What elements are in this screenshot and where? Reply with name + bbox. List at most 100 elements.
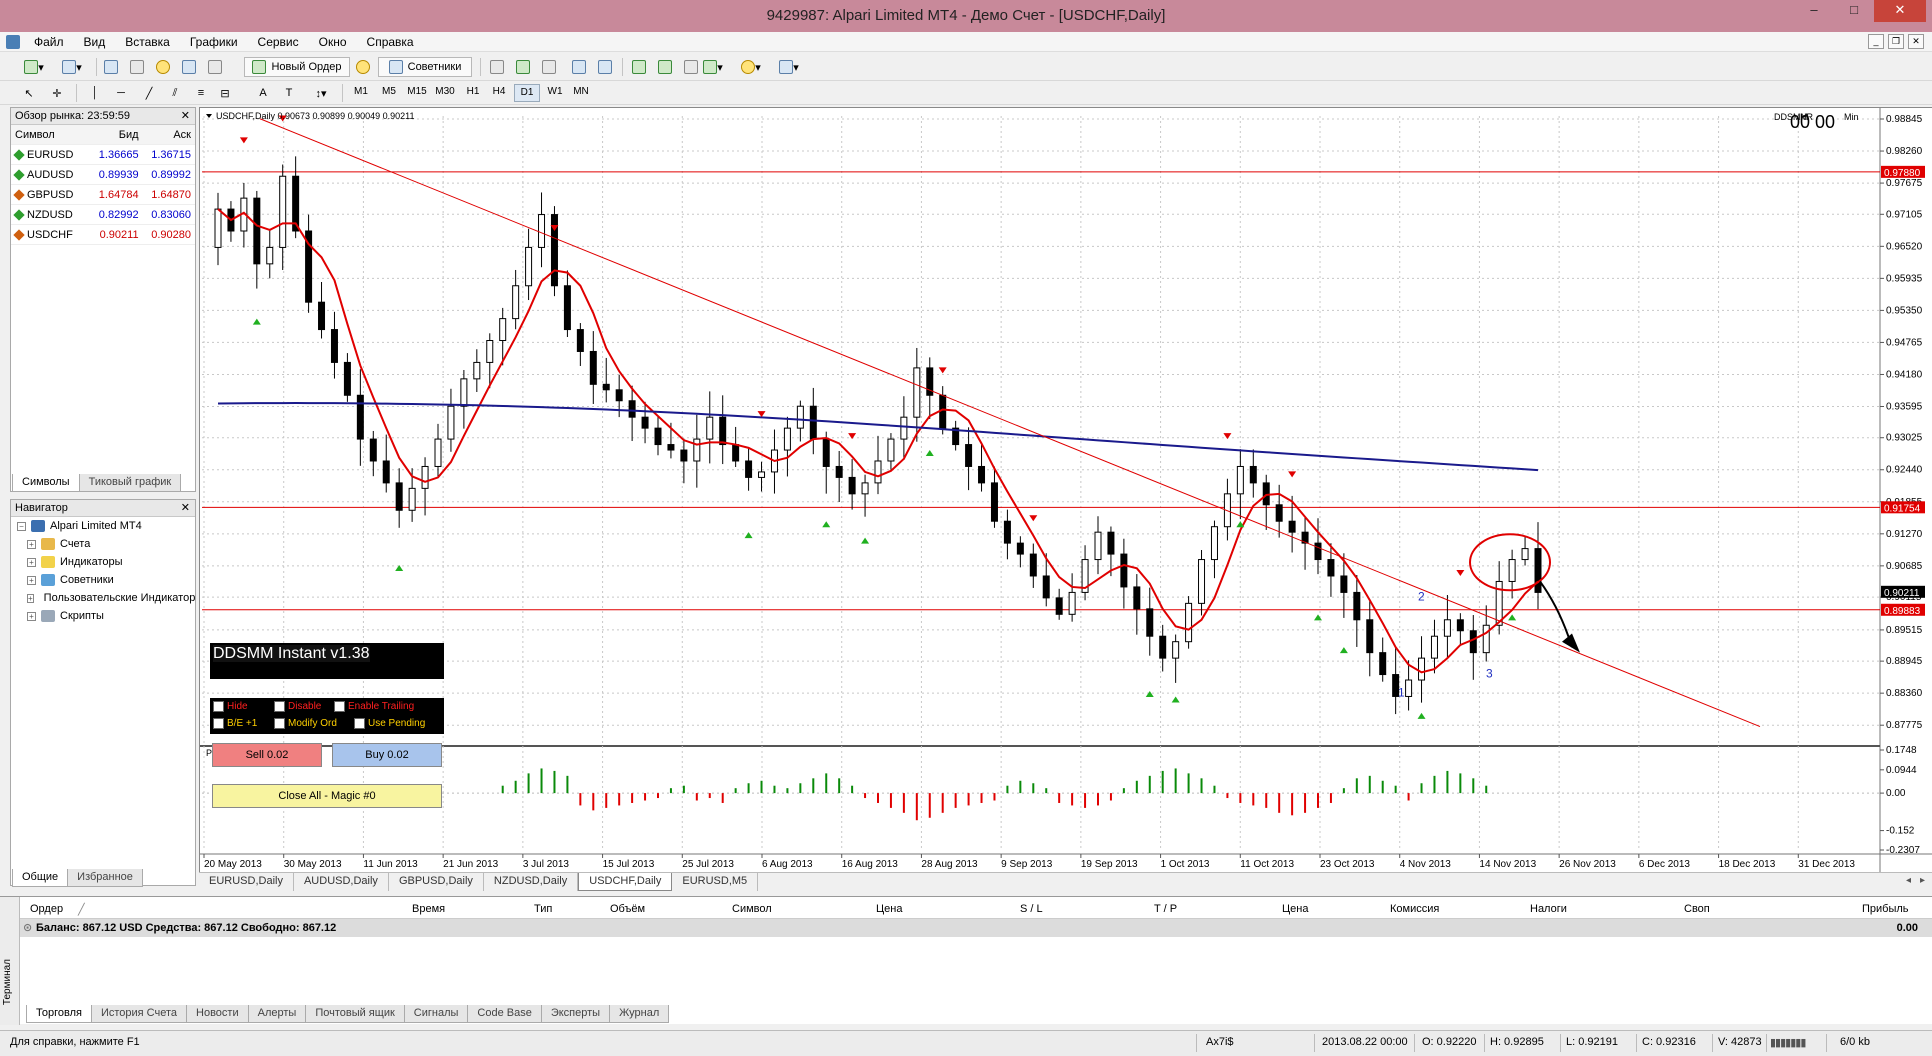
cursor-tool[interactable]: ↖: [20, 83, 38, 103]
navigator-item-accounts[interactable]: + Счета: [11, 535, 195, 553]
menu-item[interactable]: Файл: [34, 35, 64, 49]
menu-item[interactable]: Графики: [190, 35, 238, 49]
navigator-root[interactable]: − Alpari Limited MT4: [11, 517, 195, 535]
terminal-column-header[interactable]: Тип: [534, 903, 552, 915]
ea-option-pending[interactable]: Use Pending: [354, 718, 425, 729]
menu-item[interactable]: Вид: [84, 35, 106, 49]
experts-button[interactable]: Советники: [378, 57, 472, 77]
ea-option-modify[interactable]: Modify Ord: [274, 718, 337, 729]
profiles-button[interactable]: ▾: [56, 57, 88, 77]
expand-icon[interactable]: +: [27, 611, 36, 621]
terminal-tab[interactable]: Журнал: [609, 1005, 670, 1023]
chart-tab[interactable]: EURUSD,Daily: [199, 873, 294, 891]
chart-tab[interactable]: EURUSD,M5: [672, 873, 759, 891]
buy-button[interactable]: Buy 0.02: [332, 743, 442, 767]
indicators-button[interactable]: ▾: [696, 57, 730, 77]
checkbox[interactable]: [334, 701, 345, 712]
chart-tab[interactable]: USDCHF,Daily: [578, 873, 673, 891]
periods-button[interactable]: ▾: [734, 57, 768, 77]
timeframe-m1[interactable]: M1: [348, 84, 374, 102]
terminal-tab[interactable]: История Счета: [90, 1005, 188, 1023]
navigator-close-icon[interactable]: ✕: [181, 500, 190, 516]
mdi-minimize-button[interactable]: _: [1868, 34, 1884, 49]
terminal-column-header[interactable]: Цена: [1282, 903, 1308, 915]
market-watch-row[interactable]: NZDUSD 0.82992 0.83060: [11, 205, 195, 225]
terminal-column-header[interactable]: T / P: [1154, 903, 1177, 915]
tile-windows-button[interactable]: [628, 57, 650, 77]
close-button[interactable]: ✕: [1874, 0, 1926, 22]
timeframe-h1[interactable]: H1: [460, 84, 486, 102]
menu-item[interactable]: Справка: [367, 35, 414, 49]
terminal-column-header[interactable]: Время: [412, 903, 445, 915]
tab-symbols[interactable]: Символы: [12, 474, 80, 492]
checkbox[interactable]: [213, 718, 224, 729]
terminal-tab[interactable]: Торговля: [26, 1005, 92, 1023]
ea-option-trailing[interactable]: Enable Trailing: [334, 701, 414, 712]
chart-shift-button[interactable]: [654, 57, 676, 77]
tab-favorites[interactable]: Избранное: [67, 869, 143, 887]
bar-chart-button[interactable]: [486, 57, 508, 77]
market-watch-row[interactable]: AUDUSD 0.89939 0.89992: [11, 165, 195, 185]
zoom-out-button[interactable]: [594, 57, 616, 77]
crosshair-tool[interactable]: ✛: [48, 83, 66, 103]
terminal-tab[interactable]: Алерты: [247, 1005, 307, 1023]
terminal-column-header[interactable]: Символ: [732, 903, 772, 915]
market-watch-close-icon[interactable]: ✕: [181, 108, 190, 124]
timeframe-m5[interactable]: M5: [376, 84, 402, 102]
terminal-tab[interactable]: Новости: [186, 1005, 249, 1023]
ea-option-disable[interactable]: Disable: [274, 701, 321, 712]
terminal-column-header[interactable]: Комиссия: [1390, 903, 1439, 915]
expand-icon[interactable]: +: [27, 557, 36, 567]
terminal-tab[interactable]: Эксперты: [540, 1005, 611, 1023]
timeframe-m15[interactable]: M15: [404, 84, 430, 102]
checkbox[interactable]: [274, 718, 285, 729]
market-watch-button[interactable]: [100, 57, 122, 77]
ea-option-hide[interactable]: Hide: [213, 701, 248, 712]
line-chart-button[interactable]: [538, 57, 560, 77]
mdi-restore-button[interactable]: ❐: [1888, 34, 1904, 49]
text-label-tool[interactable]: T: [280, 83, 298, 103]
expand-icon[interactable]: +: [27, 575, 36, 585]
arrows-tool[interactable]: ↕▾: [306, 83, 336, 103]
expand-icon[interactable]: +: [27, 593, 34, 603]
metaeditor-button[interactable]: [352, 57, 374, 77]
zoom-in-button[interactable]: [568, 57, 590, 77]
collapse-icon[interactable]: −: [17, 521, 26, 531]
minimize-button[interactable]: –: [1794, 0, 1834, 22]
terminal-tab[interactable]: Code Base: [467, 1005, 542, 1023]
terminal-column-header[interactable]: Ордер: [30, 903, 63, 915]
terminal-column-header[interactable]: Прибыль: [1862, 903, 1909, 915]
menu-item[interactable]: Окно: [319, 35, 347, 49]
timeframe-w1[interactable]: W1: [542, 84, 568, 102]
tester-button[interactable]: [204, 57, 226, 77]
market-watch-row[interactable]: EURUSD 1.36665 1.36715: [11, 145, 195, 165]
trendline-tool[interactable]: ╱: [140, 83, 158, 103]
checkbox[interactable]: [354, 718, 365, 729]
price-chart[interactable]: 20 May 2013 30 May 2013 11 Jun 2013 21 Jun …: [200, 108, 1932, 873]
timeframe-mn[interactable]: MN: [568, 84, 594, 102]
maximize-button[interactable]: □: [1834, 0, 1874, 22]
data-window-button[interactable]: [126, 57, 148, 77]
market-watch-row[interactable]: GBPUSD 1.64784 1.64870: [11, 185, 195, 205]
checkbox[interactable]: [274, 701, 285, 712]
chart-tab[interactable]: GBPUSD,Daily: [389, 873, 484, 891]
candlestick-button[interactable]: [512, 57, 534, 77]
timeframe-m30[interactable]: M30: [432, 84, 458, 102]
terminal-column-header[interactable]: Налоги: [1530, 903, 1567, 915]
horizontal-line-tool[interactable]: ─: [112, 83, 130, 103]
close-all-button[interactable]: Close All - Magic #0: [212, 784, 442, 808]
timeframe-d1[interactable]: D1: [514, 84, 540, 102]
equidistant-channel-tool[interactable]: ⫽: [166, 83, 184, 103]
terminal-column-header[interactable]: S / L: [1020, 903, 1043, 915]
vertical-line-tool[interactable]: │: [86, 83, 104, 103]
chart-tab[interactable]: AUDUSD,Daily: [294, 873, 389, 891]
bid-column-header[interactable]: Бид: [90, 129, 142, 141]
tabs-scroll-left-icon[interactable]: ◂: [1906, 875, 1911, 886]
menu-item[interactable]: Сервис: [258, 35, 299, 49]
terminal-column-header[interactable]: Цена: [876, 903, 902, 915]
navigator-item-experts[interactable]: + Советники: [11, 571, 195, 589]
terminal-column-header[interactable]: Своп: [1684, 903, 1710, 915]
chart-tab[interactable]: NZDUSD,Daily: [484, 873, 579, 891]
expand-icon[interactable]: +: [27, 539, 36, 549]
terminal-tab[interactable]: Почтовый ящик: [305, 1005, 405, 1023]
